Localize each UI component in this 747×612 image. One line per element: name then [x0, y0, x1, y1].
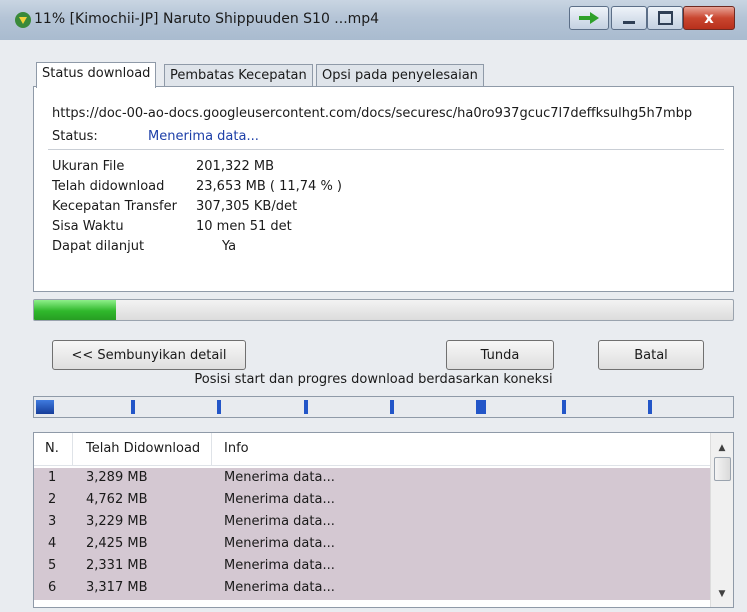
- resume-value: Ya: [222, 239, 237, 254]
- green-arrow-icon: [579, 12, 599, 24]
- row-number: 1: [48, 470, 57, 485]
- table-row[interactable]: 4 2,425 MB Menerima data...: [34, 534, 710, 556]
- table-row[interactable]: 5 2,331 MB Menerima data...: [34, 556, 710, 578]
- table-scrollbar[interactable]: ▲ ▼: [710, 433, 733, 607]
- connection-marker: [648, 400, 652, 414]
- row-info: Menerima data...: [224, 514, 335, 529]
- minimize-button[interactable]: [611, 6, 647, 30]
- maximize-button[interactable]: [647, 6, 683, 30]
- row-number: 6: [48, 580, 57, 595]
- row-info: Menerima data...: [224, 492, 335, 507]
- minimize-icon: [623, 20, 635, 24]
- connection-marker: [36, 400, 54, 414]
- tab-status-download[interactable]: Status download: [36, 62, 157, 88]
- hide-details-button[interactable]: << Sembunyikan detail: [52, 340, 246, 370]
- downloaded-label: Telah didownload: [52, 179, 165, 194]
- tab-speed-limiter[interactable]: Pembatas Kecepatan: [164, 64, 313, 87]
- row-downloaded: 2,425 MB: [86, 536, 148, 551]
- table-row[interactable]: 2 4,762 MB Menerima data...: [34, 490, 710, 512]
- row-info: Menerima data...: [224, 558, 335, 573]
- window-title: 11% [Kimochii-JP] Naruto Shippuuden S10 …: [34, 11, 380, 27]
- close-button[interactable]: x: [683, 6, 735, 30]
- scroll-down-icon[interactable]: ▼: [711, 585, 733, 603]
- download-url: https://doc-00-ao-docs.googleusercontent…: [52, 106, 693, 121]
- column-header-number[interactable]: N.: [45, 441, 59, 456]
- connection-marker: [304, 400, 308, 414]
- column-header-info[interactable]: Info: [224, 441, 249, 456]
- file-size-value: 201,322 MB: [196, 159, 275, 174]
- row-downloaded: 3,229 MB: [86, 514, 148, 529]
- divider: [48, 149, 724, 150]
- status-value: Menerima data...: [148, 129, 259, 144]
- tab-completion-options[interactable]: Opsi pada penyelesaian: [316, 64, 484, 87]
- close-icon: x: [704, 9, 714, 27]
- resume-label: Dapat dilanjut: [52, 239, 145, 254]
- column-divider[interactable]: [72, 433, 73, 465]
- table-row[interactable]: 6 3,317 MB Menerima data...: [34, 578, 710, 600]
- maximize-icon: [657, 11, 673, 25]
- scroll-up-icon[interactable]: ▲: [711, 439, 733, 457]
- row-info: Menerima data...: [224, 470, 335, 485]
- progress-fill: [34, 300, 117, 320]
- time-left-label: Sisa Waktu: [52, 219, 124, 234]
- cancel-button[interactable]: Batal: [598, 340, 704, 370]
- column-header-downloaded[interactable]: Telah Didownload: [86, 441, 200, 456]
- row-number: 2: [48, 492, 57, 507]
- download-progress-bar: [33, 299, 734, 321]
- row-downloaded: 2,331 MB: [86, 558, 148, 573]
- connection-marker: [217, 400, 221, 414]
- table-row[interactable]: 1 3,289 MB Menerima data...: [34, 468, 710, 490]
- row-downloaded: 3,317 MB: [86, 580, 148, 595]
- row-downloaded: 3,289 MB: [86, 470, 148, 485]
- row-info: Menerima data...: [224, 580, 335, 595]
- row-info: Menerima data...: [224, 536, 335, 551]
- file-size-label: Ukuran File: [52, 159, 125, 174]
- row-number: 5: [48, 558, 57, 573]
- row-number: 4: [48, 536, 57, 551]
- pause-button[interactable]: Tunda: [446, 340, 554, 370]
- connections-caption: Posisi start dan progres download berdas…: [194, 372, 553, 387]
- connection-marker: [476, 400, 486, 414]
- connections-table: N. Telah Didownload Info 1 3,289 MB Mene…: [33, 432, 734, 608]
- status-label: Status:: [52, 129, 98, 144]
- connection-marker: [390, 400, 394, 414]
- row-number: 3: [48, 514, 57, 529]
- column-divider[interactable]: [211, 433, 212, 465]
- connections-progress-bar: [33, 396, 734, 418]
- download-arrow-icon: [15, 12, 31, 28]
- downloaded-value: 23,653 MB ( 11,74 % ): [196, 179, 342, 194]
- status-panel: https://doc-00-ao-docs.googleusercontent…: [33, 86, 734, 292]
- time-left-value: 10 men 51 det: [196, 219, 292, 234]
- green-arrow-button[interactable]: [569, 6, 609, 30]
- table-row[interactable]: 3 3,229 MB Menerima data...: [34, 512, 710, 534]
- connection-marker: [131, 400, 135, 414]
- title-bar: 11% [Kimochii-JP] Naruto Shippuuden S10 …: [0, 0, 747, 40]
- scrollbar-thumb[interactable]: [714, 457, 731, 481]
- transfer-speed-value: 307,305 KB/det: [196, 199, 298, 214]
- connection-marker: [562, 400, 566, 414]
- row-downloaded: 4,762 MB: [86, 492, 148, 507]
- transfer-speed-label: Kecepatan Transfer: [52, 199, 177, 214]
- table-header: N. Telah Didownload Info: [34, 433, 710, 466]
